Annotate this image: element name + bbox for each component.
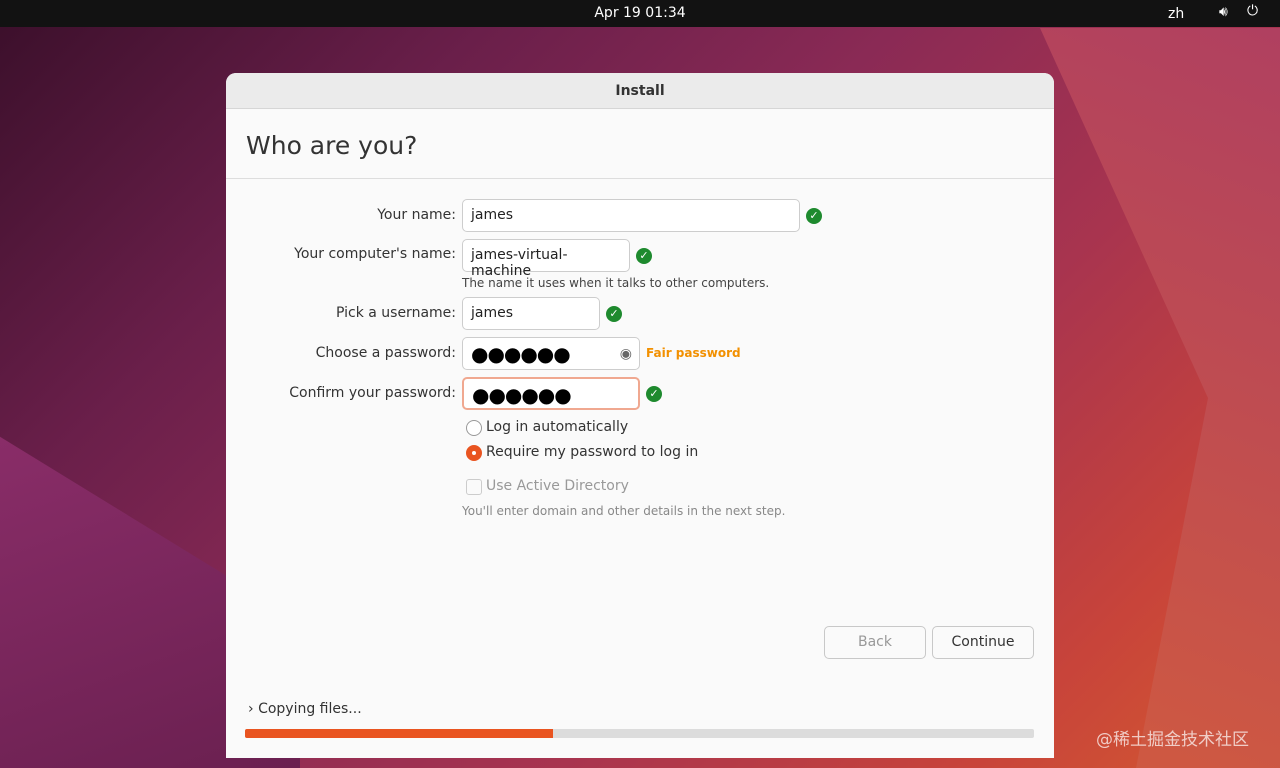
computer-name-label: Your computer's name: [294, 246, 456, 262]
username-input[interactable]: james [462, 297, 600, 330]
login-automatically-radio[interactable] [466, 420, 482, 436]
status-expander[interactable]: › Copying files... [248, 701, 362, 717]
confirm-password-input[interactable]: ●●●●●● [462, 377, 640, 410]
confirm-password-label: Confirm your password: [289, 385, 456, 401]
watermark: @稀土掘金技术社区 [1096, 730, 1249, 750]
show-password-icon[interactable]: ◉ [620, 346, 632, 362]
password-input[interactable]: ●●●●●● ◉ [462, 337, 640, 370]
back-button[interactable]: Back [824, 626, 926, 659]
active-directory-hint: You'll enter domain and other details in… [462, 504, 786, 518]
active-directory-label[interactable]: Use Active Directory [486, 478, 629, 494]
login-automatically-label[interactable]: Log in automatically [486, 419, 628, 435]
name-input[interactable]: james [462, 199, 800, 232]
password-label: Choose a password: [315, 345, 456, 361]
power-icon[interactable]: ⏻ [1247, 3, 1258, 19]
install-window: Install Who are you? Your name: james ✓ … [226, 73, 1054, 758]
chevron-right-icon: › [248, 701, 254, 717]
computer-name-input[interactable]: james-virtual-machine [462, 239, 630, 279]
computer-name-hint: The name it uses when it talks to other … [462, 276, 770, 290]
status-text: Copying files... [258, 701, 362, 717]
top-bar: Apr 19 01:34 zh 🔊︎ ⏻ [0, 0, 1280, 27]
progress-bar [245, 729, 1034, 738]
password-value: ●●●●●● [471, 342, 571, 366]
clock[interactable]: Apr 19 01:34 [0, 5, 1280, 21]
check-icon: ✓ [646, 386, 662, 402]
divider [226, 178, 1054, 179]
name-label: Your name: [377, 207, 456, 223]
check-icon: ✓ [606, 306, 622, 322]
progress-fill [245, 729, 553, 738]
password-strength: Fair password [646, 346, 741, 360]
wallpaper-shape [1040, 28, 1280, 768]
check-icon: ✓ [806, 208, 822, 224]
username-label: Pick a username: [335, 305, 456, 321]
page-title: Who are you? [246, 131, 418, 160]
check-icon: ✓ [636, 248, 652, 264]
language-indicator[interactable]: zh [1168, 6, 1184, 22]
active-directory-checkbox[interactable] [466, 479, 482, 495]
require-password-radio[interactable] [466, 445, 482, 461]
window-title: Install [226, 73, 1054, 109]
volume-icon[interactable]: 🔊︎ [1219, 4, 1228, 20]
require-password-label[interactable]: Require my password to log in [486, 444, 698, 460]
continue-button[interactable]: Continue [932, 626, 1034, 659]
